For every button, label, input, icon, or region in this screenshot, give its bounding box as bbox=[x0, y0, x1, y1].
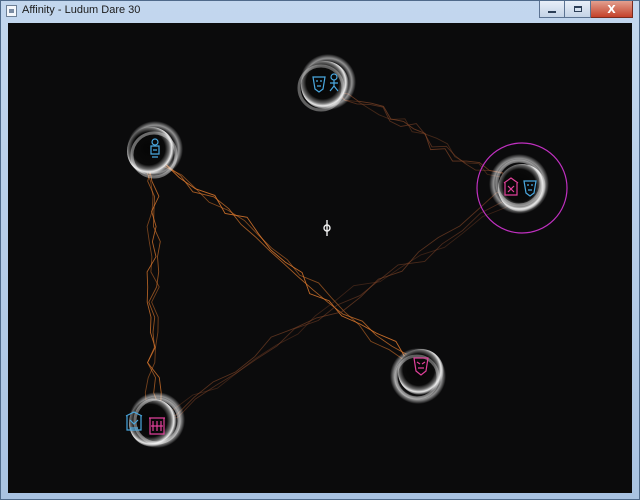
link-strands bbox=[143, 84, 523, 424]
close-icon: X bbox=[607, 2, 616, 16]
planet-upper-left[interactable] bbox=[127, 121, 183, 179]
minimize-button[interactable] bbox=[539, 1, 565, 18]
minimize-icon bbox=[548, 10, 556, 13]
maximize-button[interactable] bbox=[565, 1, 591, 18]
link-strand bbox=[152, 187, 523, 424]
link-strand bbox=[152, 187, 523, 424]
planet-right[interactable] bbox=[489, 154, 549, 214]
crosshair-cursor-icon bbox=[323, 220, 331, 236]
game-scene[interactable] bbox=[8, 23, 632, 493]
link-strand bbox=[146, 150, 161, 424]
close-button[interactable]: X bbox=[591, 1, 633, 18]
planet-top[interactable] bbox=[297, 54, 356, 112]
window-title: Affinity - Ludum Dare 30 bbox=[22, 4, 141, 16]
app-icon bbox=[6, 5, 17, 17]
link-strand bbox=[152, 187, 523, 424]
game-window: Affinity - Ludum Dare 30 X bbox=[0, 0, 640, 500]
game-canvas[interactable] bbox=[8, 23, 632, 493]
planet-bottom-left[interactable] bbox=[125, 392, 185, 448]
planet-lower-right[interactable] bbox=[390, 348, 446, 404]
maximize-icon bbox=[573, 6, 582, 12]
title-bar[interactable]: Affinity - Ludum Dare 30 X bbox=[1, 1, 639, 23]
window-controls: X bbox=[539, 1, 633, 19]
